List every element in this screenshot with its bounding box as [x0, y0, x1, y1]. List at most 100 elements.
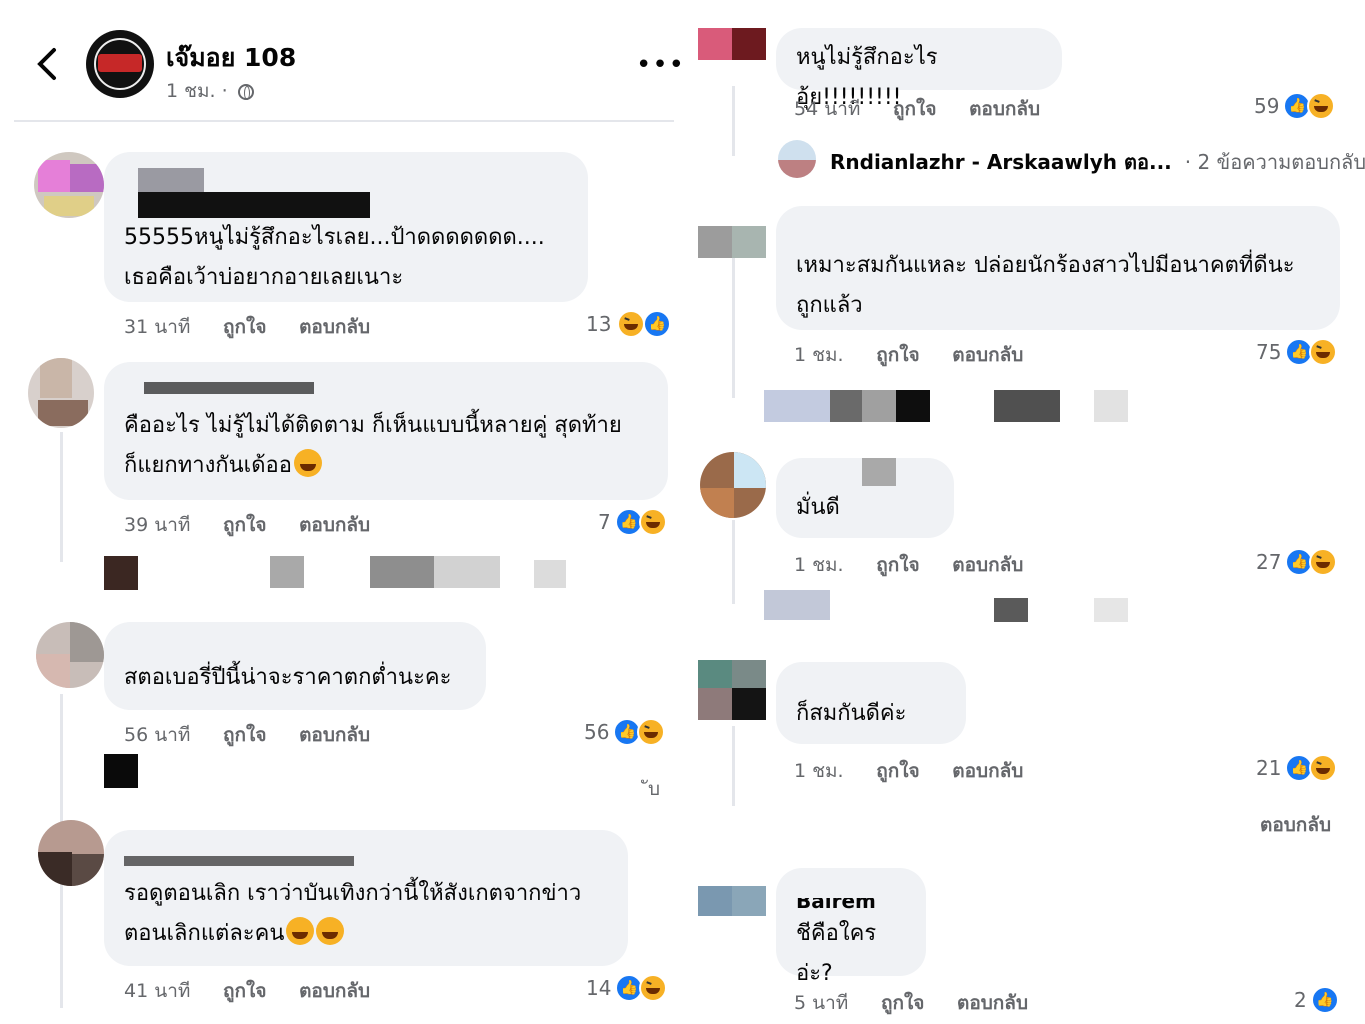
thread-line: [732, 520, 735, 604]
comment-time: 1 ชม.: [794, 760, 844, 782]
reply-button[interactable]: ตอบกลับ: [299, 316, 370, 338]
reply-button[interactable]: ตอบกลับ: [969, 98, 1040, 120]
comment-actions: 56 นาที ถูกใจ ตอบกลับ: [124, 720, 396, 750]
redacted-name: [124, 856, 354, 866]
comment-actions: 1 ชม. ถูกใจ ตอบกลับ: [794, 340, 1049, 370]
haha-icon: [638, 508, 667, 536]
comment-text: ชีคือใครอ่ะ?: [796, 921, 877, 986]
comment-time: 5 นาที: [794, 992, 849, 1014]
thread-line: [732, 258, 735, 398]
comment-actions: 39 นาที ถูกใจ ตอบกลับ: [124, 510, 396, 540]
like-button[interactable]: ถูกใจ: [223, 980, 266, 1002]
reaction-count: 59: [1254, 94, 1280, 118]
avatar[interactable]: [778, 140, 816, 178]
reply-button[interactable]: ตอบกลับ: [299, 980, 370, 1002]
redacted-avatar: [698, 660, 732, 688]
post-header: เจ๊มอย 108 1 ชม. · •••: [0, 0, 690, 122]
comment-text: รอดูตอนเลิก เราว่าบันเทิงกว่านี้ให้สังเก…: [124, 881, 582, 946]
like-button[interactable]: ถูกใจ: [876, 554, 919, 576]
reaction-summary[interactable]: 56 👍: [584, 718, 666, 746]
comment-text: คืออะไร ไม่รู้ไม่ได้ติดตาม ก็เห็นแบบนี้ห…: [124, 413, 622, 478]
like-button[interactable]: ถูกใจ: [223, 316, 266, 338]
like-button[interactable]: ถูกใจ: [876, 760, 919, 782]
comment-actions: 1 ชม. ถูกใจ ตอบกลับ: [794, 550, 1049, 580]
reply-button[interactable]: ตอบกลับ: [1260, 810, 1331, 840]
redacted-name: [862, 458, 896, 486]
avatar[interactable]: [700, 452, 766, 518]
like-button[interactable]: ถูกใจ: [223, 724, 266, 746]
reply-button[interactable]: ตอบกลับ: [957, 992, 1028, 1014]
redacted-avatar: [732, 660, 766, 688]
redacted-name: [144, 382, 314, 394]
haha-icon: [637, 718, 666, 746]
like-button[interactable]: ถูกใจ: [876, 344, 919, 366]
reply-button[interactable]: ตอบกลับ: [299, 514, 370, 536]
globe-icon: [237, 84, 254, 100]
page-avatar[interactable]: [86, 30, 154, 98]
like-button[interactable]: ถูกใจ: [881, 992, 924, 1014]
comment-actions: 5 นาที ถูกใจ ตอบกลับ: [794, 988, 1054, 1018]
avatar[interactable]: [36, 622, 104, 688]
post-time: 1 ชม. ·: [166, 80, 228, 102]
redacted-avatar: [698, 226, 732, 258]
reply-button[interactable]: ตอบกลับ: [952, 760, 1023, 782]
rofl-emoji-icon: [316, 917, 345, 945]
more-options-button[interactable]: •••: [636, 50, 685, 80]
reply-button[interactable]: ตอบกลับ: [952, 344, 1023, 366]
comment-author[interactable]: Bairem: [796, 898, 876, 912]
reply-button[interactable]: ตอบกลับ: [952, 554, 1023, 576]
redacted-avatar: [698, 886, 732, 916]
reaction-summary[interactable]: 7 👍: [598, 508, 667, 536]
thread-line: [732, 86, 735, 156]
like-button[interactable]: ถูกใจ: [223, 514, 266, 536]
reaction-summary[interactable]: 21 👍: [1256, 754, 1338, 782]
thread-line: [60, 432, 63, 562]
avatar[interactable]: [28, 358, 94, 428]
reaction-count: 27: [1256, 550, 1282, 574]
reply-fragment[interactable]: ับ: [648, 774, 660, 804]
redacted-avatar: [732, 28, 766, 60]
reply-button[interactable]: ตอบกลับ: [299, 724, 370, 746]
reaction-summary[interactable]: 27 👍: [1256, 548, 1338, 576]
comment-text: สตอเบอรี่ปีนี้น่าจะราคาตกต่ำนะคะ: [124, 665, 452, 690]
comment-bubble: มั่นดี: [776, 458, 954, 538]
comment-text: มั่นดี: [796, 495, 840, 520]
comment-text: 55555หนูไม่รู้สึกอะไรเลย...ป้าดดดดดดด...…: [124, 225, 545, 290]
haha-icon: [1309, 338, 1338, 366]
reaction-count: 56: [584, 720, 610, 744]
like-button[interactable]: ถูกใจ: [893, 98, 936, 120]
comment-time: 54 นาที: [794, 98, 861, 120]
redacted-avatar: [104, 754, 138, 788]
haha-icon: [617, 310, 646, 338]
reply-count[interactable]: · 2 ข้อความตอบกลับ: [1185, 150, 1365, 174]
avatar[interactable]: [34, 152, 104, 218]
divider: [14, 120, 674, 122]
reaction-count: 14: [586, 976, 612, 1000]
redacted-avatar: [698, 688, 732, 720]
post-meta: 1 ชม. ·: [166, 76, 254, 106]
reaction-count: 13: [586, 312, 612, 336]
back-icon[interactable]: [34, 44, 60, 84]
right-screenshot: หนูไม่รู้สึกอะไร อุ้ย!!!!!!!!! 54 นาที ถ…: [690, 0, 1365, 1024]
reaction-summary[interactable]: 14 👍: [586, 974, 668, 1002]
comment-actions: 31 นาที ถูกใจ ตอบกลับ: [124, 312, 396, 342]
comment-bubble: สตอเบอรี่ปีนี้น่าจะราคาตกต่ำนะคะ: [104, 622, 486, 710]
page-name[interactable]: เจ๊มอย 108: [166, 38, 296, 78]
reaction-summary[interactable]: 2 👍: [1294, 986, 1339, 1014]
redacted-avatar: [698, 28, 732, 60]
haha-icon: [1309, 548, 1338, 576]
reaction-summary[interactable]: 75 👍: [1256, 338, 1338, 366]
comment-bubble: เหมาะสมกันแหละ ปล่อยนักร้องสาวไปมีอนาคตท…: [776, 206, 1340, 330]
like-icon: 👍: [1310, 986, 1339, 1014]
reply-author[interactable]: Rndianlazhr - Arskaawlyh ตอ... · 2 ข้อคว…: [830, 146, 1365, 178]
reaction-count: 21: [1256, 756, 1282, 780]
reaction-summary[interactable]: 13 👍: [586, 310, 672, 338]
comment-text: ก็สมกันดีค่ะ: [796, 701, 907, 726]
left-screenshot: เจ๊มอย 108 1 ชม. · ••• 55555หนูไม่รู้สึก…: [0, 0, 690, 1024]
rofl-emoji-icon: [286, 917, 315, 945]
comment-bubble: หนูไม่รู้สึกอะไร อุ้ย!!!!!!!!!: [776, 28, 1062, 110]
comment-time: 1 ชม.: [794, 554, 844, 576]
reaction-summary[interactable]: 59 👍: [1254, 92, 1336, 120]
comment-time: 41 นาที: [124, 980, 191, 1002]
avatar[interactable]: [38, 820, 104, 886]
